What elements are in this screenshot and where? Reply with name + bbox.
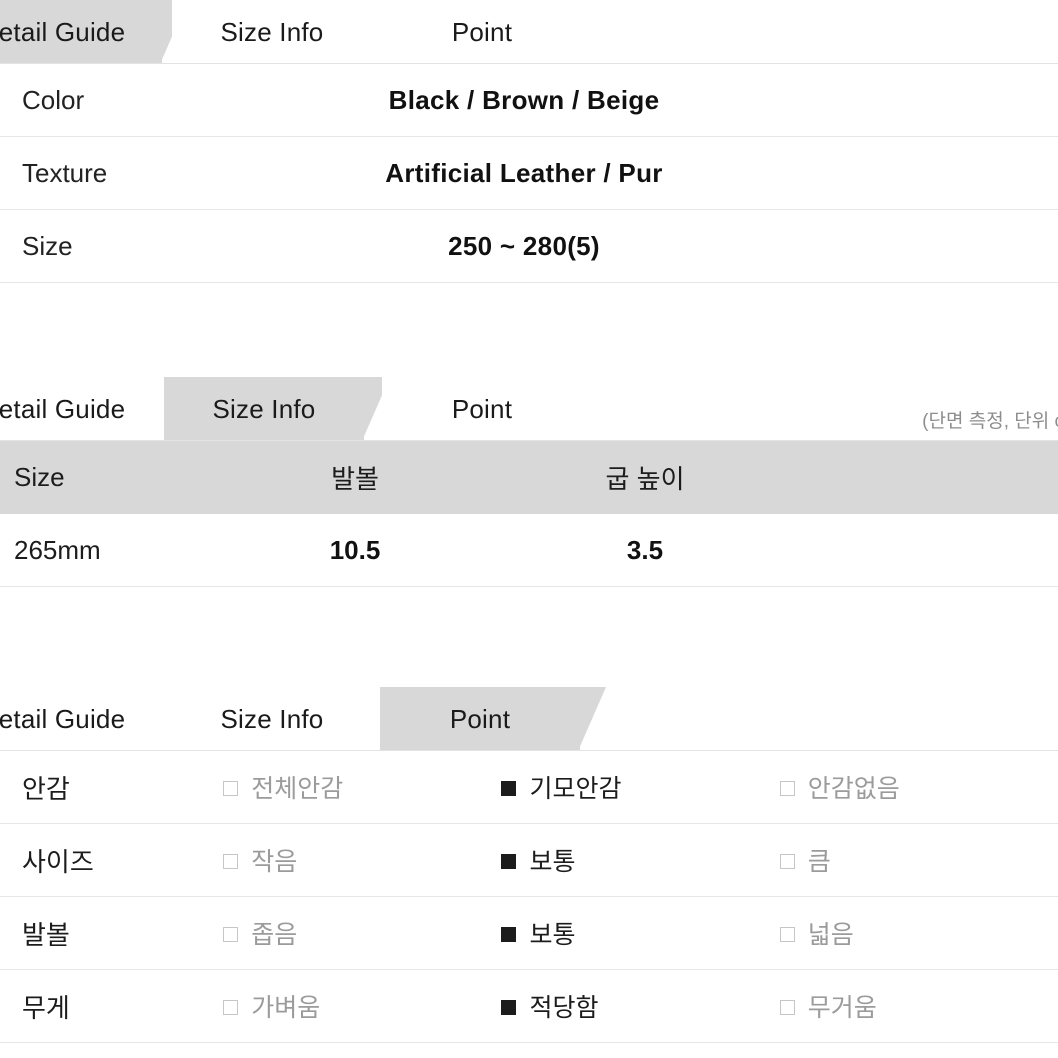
checkbox-icon [501, 926, 517, 942]
table-row: 사이즈 작음 보통 큼 [0, 824, 1058, 897]
point-option-label: 보통 [529, 848, 576, 876]
point-option-label: 가벼움 [251, 994, 321, 1022]
point-option[interactable]: 전체안감 [223, 769, 501, 805]
point-option[interactable]: 무거움 [779, 988, 1058, 1024]
point-option[interactable]: 큼 [779, 842, 1058, 878]
checkbox-icon [501, 853, 517, 869]
tab-slant-edge [578, 687, 606, 751]
checkbox-icon [501, 780, 517, 796]
tab-size-info-label: Size Info [220, 16, 324, 47]
point-option-label: 작음 [251, 848, 298, 876]
checkbox-icon [501, 999, 517, 1015]
table-row: Texture Artificial Leather / Pur [0, 137, 1058, 210]
point-option-label: 안감없음 [807, 775, 900, 803]
tab-detail-guide-label: etail Guide [0, 393, 126, 424]
tab-slant-edge [580, 0, 608, 64]
point-option-label: 무거움 [807, 994, 877, 1022]
spec-value: Artificial Leather / Pur [385, 157, 663, 188]
cell-width: 10.5 [329, 534, 381, 565]
tab-point-label: Point [451, 393, 513, 424]
tab-detail-guide-label: etail Guide [0, 16, 126, 47]
tab-detail-guide[interactable]: etail Guide [0, 0, 188, 64]
point-option[interactable]: 좁음 [223, 915, 501, 951]
table-header-row: Size 발볼 굽 높이 [0, 441, 1058, 514]
point-option-label: 넓음 [807, 921, 854, 949]
measurement-unit-note: (단면 측정, 단위 c [922, 411, 1058, 432]
table-row: 265mm 10.5 3.5 [0, 514, 1058, 587]
tab-bar-point: etail Guide Size Info Point [0, 687, 1058, 751]
point-option[interactable]: 작음 [223, 842, 501, 878]
tab-detail-guide[interactable]: etail Guide [0, 687, 188, 751]
spec-label: Texture [22, 157, 108, 188]
point-label: 발볼 [22, 919, 70, 950]
product-detail-page: etail Guide Size Info Point Color Black … [0, 0, 1058, 1058]
tab-point[interactable]: Point [382, 0, 608, 64]
checkbox-icon [223, 926, 239, 942]
table-row: 무게 가벼움 적당함 무거움 [0, 970, 1058, 1043]
detail-guide-section: etail Guide Size Info Point Color Black … [0, 0, 1058, 283]
cell-size: 265mm [14, 534, 101, 565]
table-row: 발볼 좁음 보통 넓음 [0, 897, 1058, 970]
tab-size-info[interactable]: Size Info [172, 0, 398, 64]
point-option-label: 전체안감 [251, 775, 344, 803]
checkbox-icon [779, 999, 795, 1015]
checkbox-icon [779, 780, 795, 796]
point-option-label: 기모안감 [529, 775, 622, 803]
table-row: Size 250 ~ 280(5) [0, 210, 1058, 283]
tab-point[interactable]: Point [380, 687, 606, 751]
point-option[interactable]: 보통 [501, 842, 779, 878]
column-header-heel-height: 굽 높이 [605, 464, 685, 494]
table-row: 안감 전체안감 기모안감 안감없음 [0, 751, 1058, 824]
point-option[interactable]: 가벼움 [223, 988, 501, 1024]
point-option[interactable]: 넓음 [779, 915, 1058, 951]
tab-point-label: Point [451, 16, 513, 47]
point-option[interactable]: 적당함 [501, 988, 779, 1024]
tab-point-label: Point [449, 703, 511, 734]
tab-size-info-label: Size Info [220, 703, 324, 734]
checkbox-icon [223, 999, 239, 1015]
point-option-label: 보통 [529, 921, 576, 949]
spec-label: Color [22, 84, 85, 115]
checkbox-icon [779, 853, 795, 869]
column-header-width: 발볼 [331, 464, 379, 494]
tab-bar-size-info: etail Guide Size Info Point (단면 측정, 단위 c [0, 377, 1058, 441]
point-table: 안감 전체안감 기모안감 안감없음 사이즈 작음 보통 큼 발볼 좁음 보통 넓… [0, 751, 1058, 1043]
size-info-section: etail Guide Size Info Point (단면 측정, 단위 c… [0, 377, 1058, 587]
point-option-label: 적당함 [529, 994, 599, 1022]
tab-size-info[interactable]: Size Info [164, 377, 390, 441]
tab-point[interactable]: Point [382, 377, 608, 441]
checkbox-icon [779, 926, 795, 942]
checkbox-icon [223, 780, 239, 796]
point-section: etail Guide Size Info Point 안감 전체안감 기모안감… [0, 687, 1058, 1043]
tab-detail-guide[interactable]: etail Guide [0, 377, 188, 441]
point-option[interactable]: 기모안감 [501, 769, 779, 805]
tab-bar-detail-guide: etail Guide Size Info Point [0, 0, 1058, 64]
point-label: 무게 [22, 992, 70, 1023]
point-option-label: 큼 [807, 848, 831, 876]
tab-detail-guide-label: etail Guide [0, 703, 126, 734]
point-option-label: 좁음 [251, 921, 298, 949]
table-row: Color Black / Brown / Beige [0, 64, 1058, 137]
spec-value: 250 ~ 280(5) [448, 230, 600, 261]
point-option[interactable]: 안감없음 [779, 769, 1058, 805]
spec-label: Size [22, 230, 73, 261]
spec-table: Color Black / Brown / Beige Texture Arti… [0, 64, 1058, 283]
spec-value: Black / Brown / Beige [388, 84, 660, 115]
tab-size-info-label: Size Info [212, 393, 316, 424]
checkbox-icon [223, 853, 239, 869]
point-option[interactable]: 보통 [501, 915, 779, 951]
point-label: 사이즈 [22, 846, 94, 877]
point-label: 안감 [22, 773, 70, 804]
column-header-size: Size [14, 462, 65, 492]
tab-slant-edge [580, 377, 608, 441]
size-table: Size 발볼 굽 높이 265mm 10.5 3.5 [0, 441, 1058, 587]
tab-size-info[interactable]: Size Info [172, 687, 398, 751]
cell-heel-height: 3.5 [626, 534, 664, 565]
